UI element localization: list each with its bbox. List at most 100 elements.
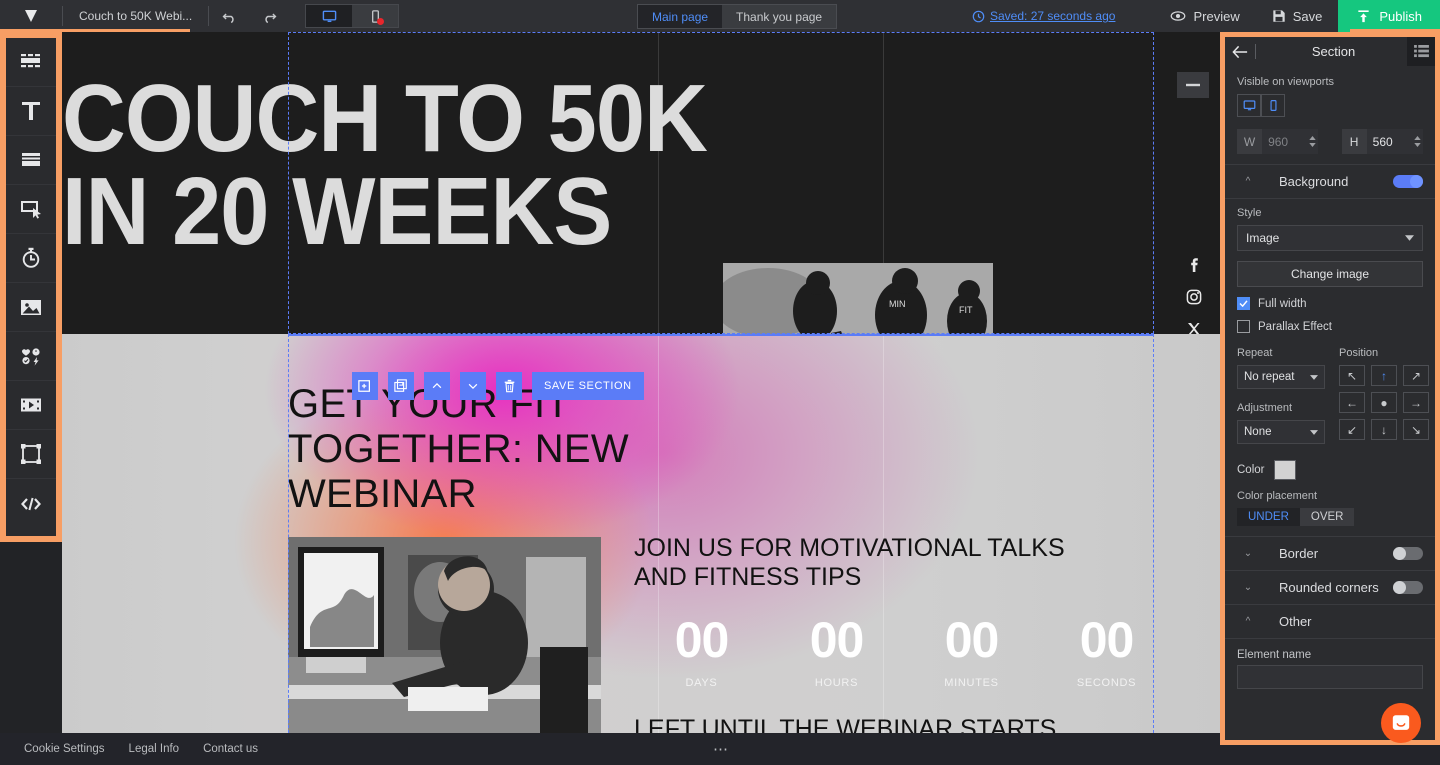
countdown-cell[interactable]: 00 DAYS [634,615,769,689]
parallax-label: Parallax Effect [1258,320,1332,333]
social-links [1186,257,1202,342]
rounded-corners-toggle[interactable] [1393,581,1423,594]
sidebar-item-text[interactable] [6,87,56,136]
left-rail [0,32,62,542]
countdown-heading[interactable]: JOIN US FOR MOTIVATIONAL TALKS AND FITNE… [634,534,1104,593]
facebook-icon[interactable] [1186,257,1202,278]
instagram-icon[interactable] [1186,289,1202,310]
width-stepper[interactable] [1306,129,1319,154]
viewport-desktop-toggle[interactable] [1237,94,1261,117]
tab-main-page[interactable]: Main page [638,5,723,28]
sidebar-item-blocks[interactable] [6,38,56,87]
back-arrow-icon[interactable] [1225,45,1255,59]
sidebar-item-layout[interactable] [6,136,56,185]
footer-link-cookie-settings[interactable]: Cookie Settings [24,743,105,755]
footer-link-legal-info[interactable]: Legal Info [129,743,180,755]
list-view-icon[interactable] [1407,37,1435,66]
chat-bubble-button[interactable] [1381,703,1421,743]
hero-section[interactable]: COUCH TO 50K IN 20 WEEKS MIN FIT [62,32,1220,443]
position-center[interactable]: ● [1371,392,1397,413]
repeat-select[interactable]: No repeat [1237,365,1325,389]
add-section-button[interactable] [352,372,378,400]
countdown-cell[interactable]: 00 HOURS [769,615,904,689]
check-icon [1239,300,1248,307]
image-icon [21,300,41,315]
hero-heading[interactable]: COUCH TO 50K IN 20 WEEKS [62,70,761,259]
position-top-left[interactable]: ↖ [1339,365,1365,386]
width-label: W [1237,129,1263,154]
footer-link-contact-us[interactable]: Contact us [203,743,258,755]
duplicate-section-button[interactable] [388,372,414,400]
section-heading[interactable]: GET YOUR FIT TOGETHER: NEW WEBINAR [288,382,708,516]
sidebar-item-image[interactable] [6,283,56,332]
color-swatch[interactable] [1274,460,1297,480]
position-bottom-center[interactable]: ↓ [1371,419,1397,440]
more-dots-icon[interactable]: ⋯ [713,740,729,758]
parallax-checkbox[interactable] [1237,320,1250,333]
countdown-label: SECONDS [1076,676,1137,689]
width-input[interactable]: 960 [1262,129,1307,154]
redo-icon[interactable] [249,0,289,32]
full-width-checkbox[interactable] [1237,297,1250,310]
countdown-value: 00 [809,611,865,668]
page-canvas[interactable]: COUCH TO 50K IN 20 WEEKS MIN FIT GET YOU… [62,32,1220,733]
sidebar-item-button[interactable] [6,185,56,234]
border-accordion-header[interactable]: ⌄ Border [1225,537,1435,571]
height-input[interactable]: 560 [1366,129,1412,154]
save-section-button[interactable]: SAVE SECTION [532,372,644,400]
position-bottom-left[interactable]: ↙ [1339,419,1365,440]
position-middle-right[interactable]: → [1403,392,1429,413]
position-middle-left[interactable]: ← [1339,392,1365,413]
element-name-input[interactable] [1237,665,1423,689]
adjustment-select[interactable]: None [1237,420,1325,444]
zoom-out-button[interactable] [1177,72,1209,98]
position-top-right[interactable]: ↗ [1403,365,1429,386]
tab-thank-you-page[interactable]: Thank you page [722,5,837,28]
full-width-label: Full width [1258,297,1307,310]
highlight-underline-right [1350,29,1440,32]
brand-diamond-icon[interactable] [0,0,62,32]
background-accordion-header[interactable]: ^ Background [1225,165,1435,199]
full-width-checkbox-row[interactable]: Full width [1237,297,1423,310]
style-select[interactable]: Image [1237,225,1423,251]
rounded-corners-accordion-header[interactable]: ⌄ Rounded corners [1225,571,1435,605]
viewport-mobile-toggle[interactable] [1261,94,1285,117]
project-title[interactable]: Couch to 50K Webi... [63,9,208,23]
countdown-footer[interactable]: LEFT UNTIL THE WEBINAR STARTS [634,715,1174,734]
move-section-up-button[interactable] [424,372,450,400]
desktop-view-button[interactable] [306,5,353,27]
delete-section-button[interactable] [496,372,522,400]
sidebar-item-video[interactable] [6,381,56,430]
viewports-section: Visible on viewports W 960 H 560 [1225,66,1435,165]
placement-over-button[interactable]: OVER [1299,508,1355,526]
background-toggle[interactable] [1393,175,1423,188]
mobile-view-button[interactable] [352,5,399,27]
position-grid: ↖ ↑ ↗ ← ● → ↙ ↓ ↘ [1339,365,1429,440]
height-stepper[interactable] [1411,129,1424,154]
undo-icon[interactable] [209,0,249,32]
saved-status[interactable]: Saved: 27 seconds ago [972,9,1115,23]
placement-under-button[interactable]: UNDER [1237,508,1300,526]
countdown-block: JOIN US FOR MOTIVATIONAL TALKS AND FITNE… [634,534,1174,733]
save-button[interactable]: Save [1256,0,1339,32]
countdown-cell[interactable]: 00 MINUTES [904,615,1039,689]
chevron-down-icon [468,383,478,390]
border-toggle[interactable] [1393,547,1423,560]
position-top-center[interactable]: ↑ [1371,365,1397,386]
move-section-down-button[interactable] [460,372,486,400]
sidebar-item-timer[interactable] [6,234,56,283]
change-image-button[interactable]: Change image [1237,261,1423,287]
countdown-cell[interactable]: 00 SECONDS [1039,615,1174,689]
sidebar-item-icons[interactable] [6,332,56,381]
position-bottom-right[interactable]: ↘ [1403,419,1429,440]
sidebar-item-code[interactable] [6,479,56,528]
code-icon [21,497,41,510]
sidebar-item-frame[interactable] [6,430,56,479]
left-rail-background [0,542,62,733]
publish-button[interactable]: Publish [1338,0,1440,32]
parallax-checkbox-row[interactable]: Parallax Effect [1237,320,1423,333]
preview-button[interactable]: Preview [1154,0,1255,32]
page-tabs: Main page Thank you page [637,4,838,29]
artist-at-desk-photo[interactable] [288,537,601,733]
other-accordion-header[interactable]: ^ Other [1225,605,1435,639]
